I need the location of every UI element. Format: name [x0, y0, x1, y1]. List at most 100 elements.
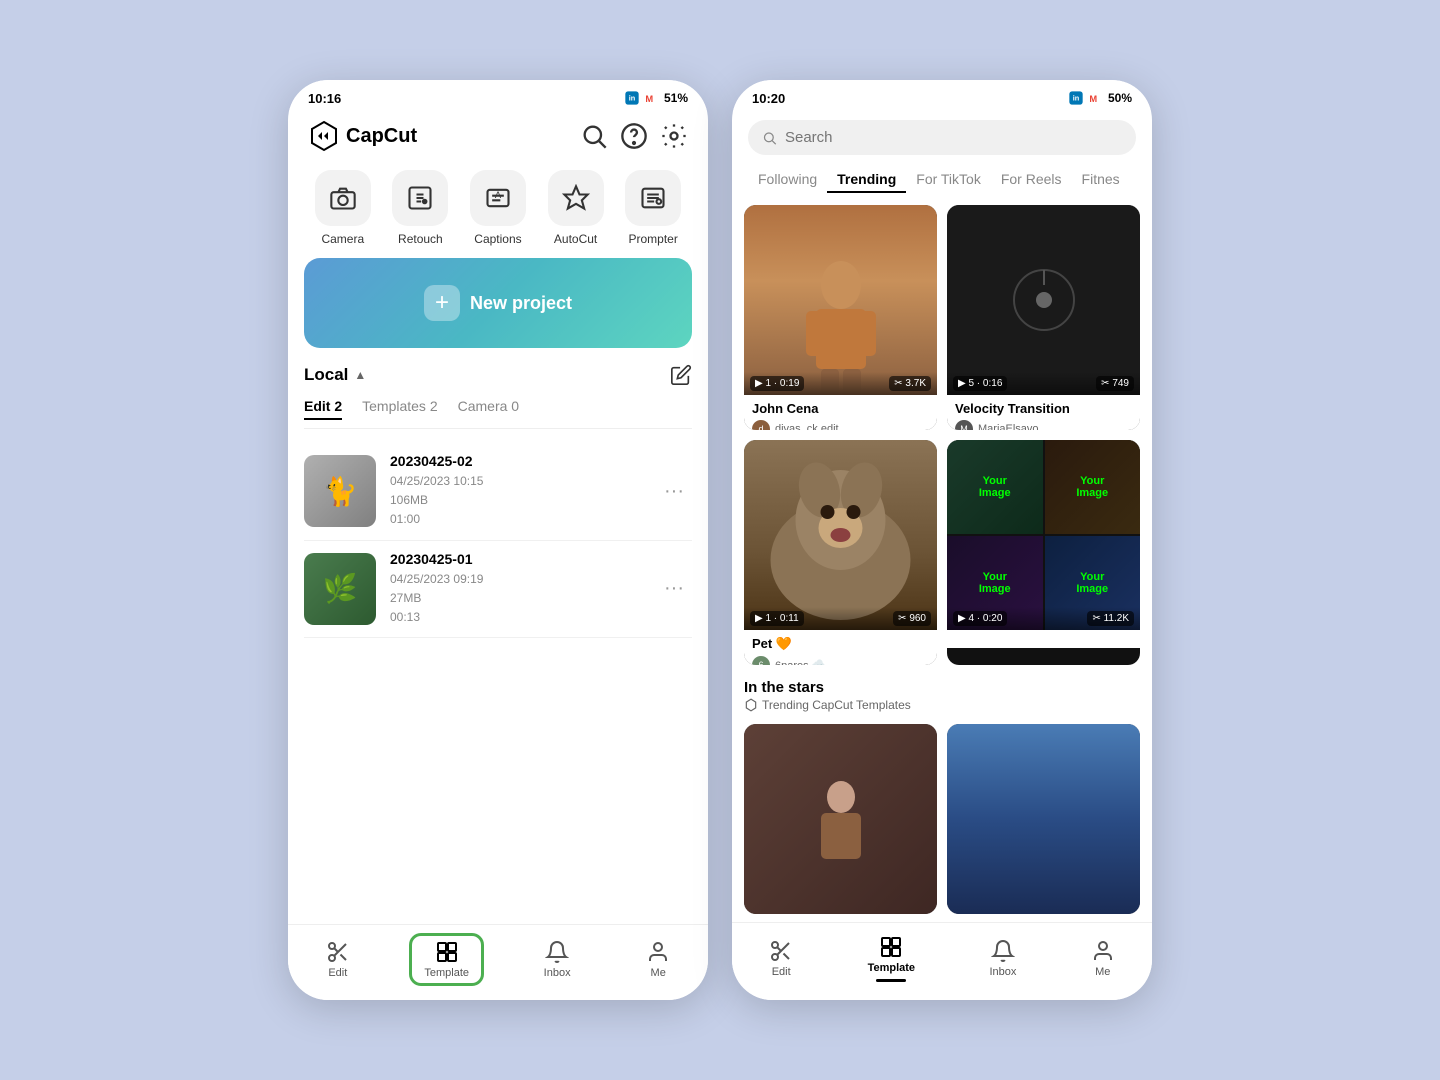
- nav-edit-left[interactable]: Edit: [310, 936, 366, 983]
- active-indicator: [876, 979, 906, 982]
- autocut-label: AutoCut: [554, 232, 597, 246]
- camera-label: Camera: [321, 232, 364, 246]
- template-icon-right: [879, 935, 903, 959]
- multi-uses: ✂ 11.2K: [1087, 611, 1134, 626]
- template-card-extra[interactable]: [744, 724, 937, 914]
- template-author-pet: 6 6pares 🌧️: [752, 656, 929, 665]
- svg-text:in: in: [629, 94, 636, 103]
- nav-template-left[interactable]: Template: [409, 933, 484, 986]
- filter-tiktok[interactable]: For TikTok: [906, 167, 991, 193]
- velocity-bg: [947, 205, 1140, 395]
- template-thumb-velocity: ▶ 5 · 0:16 ✂ 749: [947, 205, 1140, 395]
- retouch-icon: [406, 184, 434, 212]
- tool-prompter[interactable]: Prompter: [625, 170, 681, 246]
- right-phone-content: Following Trending For TikTok For Reels …: [732, 112, 1152, 922]
- tool-camera[interactable]: Camera: [315, 170, 371, 246]
- svg-text:A: A: [495, 190, 502, 200]
- velocity-stats: ▶ 5 · 0:16: [953, 376, 1007, 391]
- bottom-nav-left: Edit Template Inbox Me: [288, 924, 708, 1000]
- nav-inbox-right[interactable]: Inbox: [973, 935, 1032, 982]
- filter-trending[interactable]: Trending: [827, 167, 906, 193]
- nav-inbox-label-right: Inbox: [989, 966, 1016, 978]
- template-thumb-extra: [744, 724, 937, 914]
- template-card-multiimage[interactable]: YourImage YourImage YourImage YourImage …: [947, 440, 1140, 665]
- logo-text: CapCut: [346, 125, 417, 148]
- tool-captions[interactable]: A Captions: [470, 170, 526, 246]
- new-project-button[interactable]: + New project: [304, 258, 692, 348]
- scissors-icon: [326, 940, 350, 964]
- inbox-icon-left: [545, 940, 569, 964]
- capcut-icon-small: [744, 698, 758, 712]
- header-icons: [580, 122, 688, 150]
- nav-me-left[interactable]: Me: [630, 936, 686, 983]
- project-more-2[interactable]: ···: [656, 573, 692, 604]
- author-avatar-pet: 6: [752, 656, 770, 665]
- settings-icon[interactable]: [660, 122, 688, 150]
- nav-inbox-label-left: Inbox: [544, 967, 571, 979]
- project-meta-2: 04/25/2023 09:19 27MB 00:13: [390, 570, 642, 628]
- project-size-2: 27MB: [390, 591, 421, 605]
- johncena-uses: ✂ 3.7K: [889, 376, 931, 391]
- sort-arrow[interactable]: ▲: [354, 368, 366, 382]
- velocity-uses: ✂ 749: [1096, 376, 1134, 391]
- tab-templates[interactable]: Templates 2: [362, 398, 437, 420]
- nav-template-right[interactable]: Template: [852, 931, 931, 986]
- help-icon[interactable]: [620, 122, 648, 150]
- template-card-johncena[interactable]: ▶ 1 · 0:19 ✂ 3.7K John Cena d divas_ck e…: [744, 205, 937, 430]
- tool-retouch[interactable]: Retouch: [392, 170, 448, 246]
- svg-text:in: in: [1073, 94, 1080, 103]
- template-card-extra2[interactable]: [947, 724, 1140, 914]
- tool-autocut[interactable]: AutoCut: [548, 170, 604, 246]
- nav-edit-label-right: Edit: [772, 966, 791, 978]
- template-info-velocity: Velocity Transition M MariaElsavo: [947, 395, 1140, 430]
- gmail-icon: M: [644, 90, 660, 106]
- multi-overlay: ▶ 4 · 0:20 ✂ 11.2K: [947, 607, 1140, 630]
- nav-inbox-left[interactable]: Inbox: [528, 936, 587, 983]
- status-icons-right: in M 50%: [1068, 90, 1132, 106]
- local-label: Local: [304, 365, 348, 385]
- new-project-label: New project: [470, 293, 572, 314]
- johncena-stats: ▶ 1 · 0:19: [750, 376, 804, 391]
- template-grid: ▶ 1 · 0:19 ✂ 3.7K John Cena d divas_ck e…: [732, 197, 1152, 922]
- grass-thumb: 🌿: [304, 553, 376, 625]
- project-date-1: 04/25/2023 10:15: [390, 474, 483, 488]
- nav-edit-right[interactable]: Edit: [753, 935, 809, 982]
- search-input[interactable]: [785, 129, 1122, 146]
- template-card-pet[interactable]: ▶ 1 · 0:11 ✂ 960 Pet 🧡 6 6pares 🌧️: [744, 440, 937, 665]
- tab-camera[interactable]: Camera 0: [458, 398, 519, 420]
- project-name-2: 20230425-01: [390, 551, 642, 567]
- edit-icon[interactable]: [670, 364, 692, 386]
- gmail-icon-right: M: [1088, 90, 1104, 106]
- captions-icon: A: [484, 184, 512, 212]
- local-header: Local ▲: [304, 364, 692, 386]
- local-tabs: Edit 2 Templates 2 Camera 0: [304, 398, 692, 429]
- scissors-icon-right: [769, 939, 793, 963]
- filter-fitness[interactable]: Fitnes: [1072, 167, 1130, 193]
- captions-label: Captions: [474, 232, 521, 246]
- prompter-label: Prompter: [628, 232, 677, 246]
- capcut-logo: CapCut: [308, 120, 417, 152]
- project-list: 🐈 20230425-02 04/25/2023 10:15 106MB 01:…: [304, 443, 692, 638]
- filter-following[interactable]: Following: [748, 167, 827, 193]
- project-item-1[interactable]: 🐈 20230425-02 04/25/2023 10:15 106MB 01:…: [304, 443, 692, 541]
- plus-icon: +: [424, 285, 460, 321]
- me-icon-right: [1091, 939, 1115, 963]
- search-icon-bar: [762, 130, 777, 146]
- search-bar[interactable]: [748, 120, 1136, 155]
- battery-right: 50%: [1108, 91, 1132, 105]
- time-left: 10:16: [308, 91, 341, 106]
- svg-text:M: M: [645, 94, 653, 104]
- template-card-velocity[interactable]: ▶ 5 · 0:16 ✂ 749 Velocity Transition M M…: [947, 205, 1140, 430]
- linkedin-icon-right: in: [1068, 90, 1084, 106]
- template-info-multi: [947, 630, 1140, 648]
- project-more-1[interactable]: ···: [656, 476, 692, 507]
- left-phone: 10:16 in M 51% CapCut: [288, 80, 708, 1000]
- retouch-label: Retouch: [398, 232, 443, 246]
- project-item-2[interactable]: 🌿 20230425-01 04/25/2023 09:19 27MB 00:1…: [304, 541, 692, 639]
- filter-reels[interactable]: For Reels: [991, 167, 1072, 193]
- search-icon-header[interactable]: [580, 122, 608, 150]
- nav-me-right[interactable]: Me: [1075, 935, 1131, 982]
- tab-edit[interactable]: Edit 2: [304, 398, 342, 420]
- template-thumb-multiimage: YourImage YourImage YourImage YourImage …: [947, 440, 1140, 630]
- person-silhouette-extra: [811, 779, 871, 859]
